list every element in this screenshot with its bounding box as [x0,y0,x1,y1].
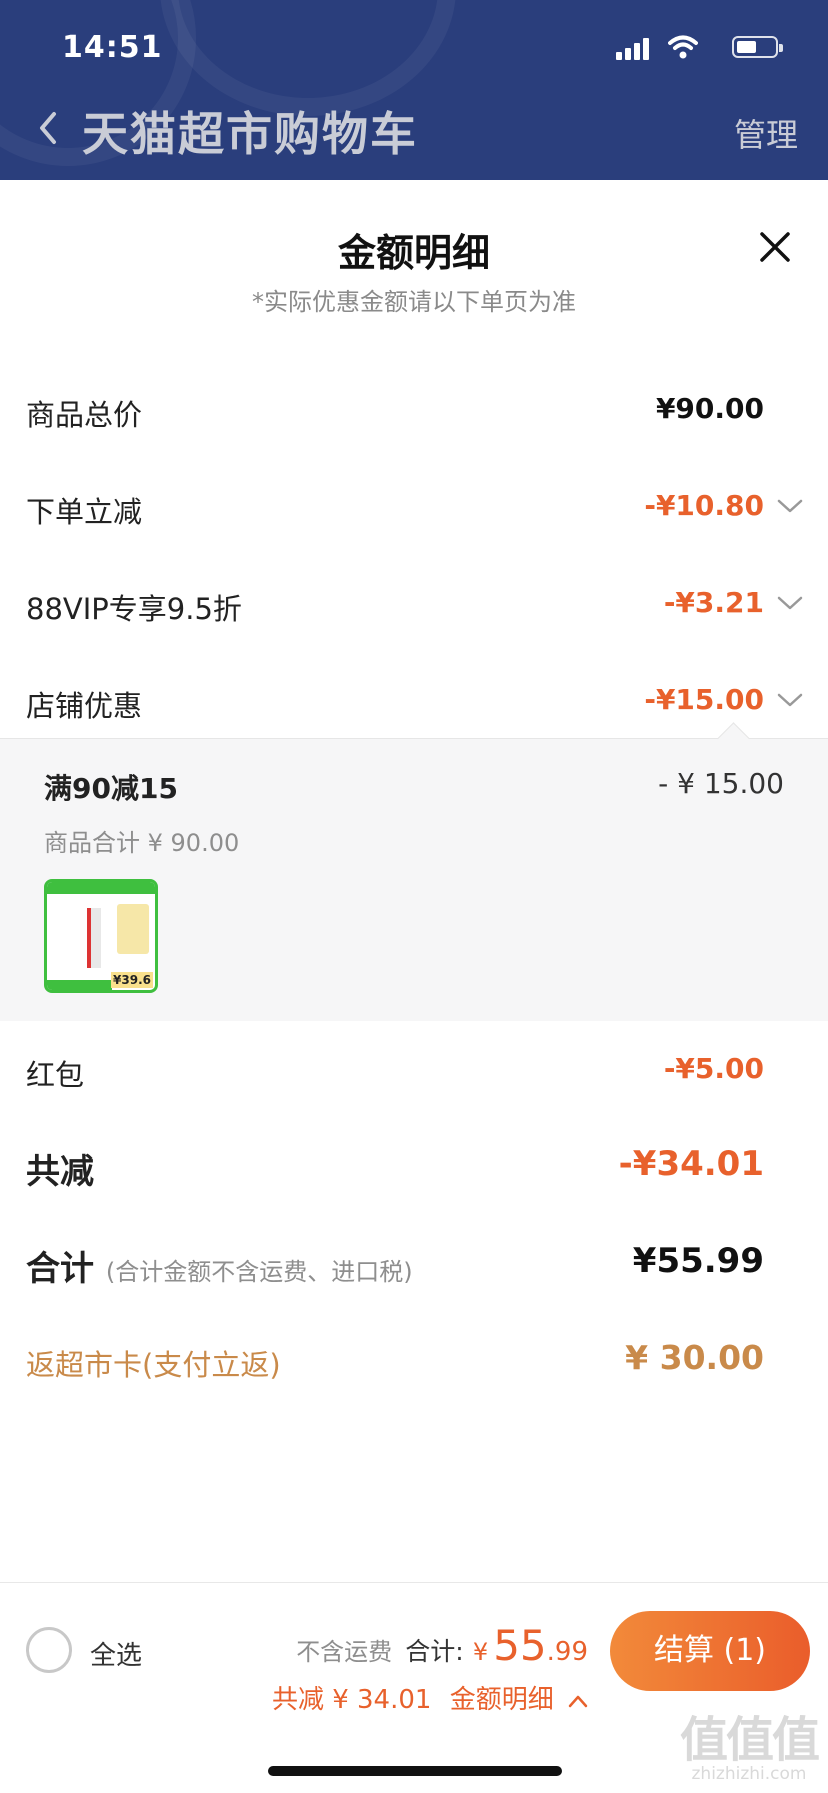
row-value: ¥90.00 [655,392,764,425]
row-value: ¥55.99 [632,1241,764,1281]
select-all-label[interactable]: 全选 [90,1635,142,1672]
row-value: -¥15.00 [644,683,764,716]
total-note: (合计金额不含运费、进口税) [105,1258,413,1286]
row-label: 红包 [26,1058,85,1092]
total-decimal: .99 [546,1637,588,1667]
bottom-total: 不含运费 合计: ¥ 55.99 [296,1621,588,1670]
row-label: 店铺优惠 [26,689,143,723]
shipping-note: 不含运费 [296,1638,393,1666]
watermark-logo: 值值值 [679,1712,820,1768]
battery-icon [732,36,783,58]
wifi-icon [668,35,698,59]
product-thumbnail[interactable]: ¥39.6 [44,879,158,993]
row-label: 返超市卡(支付立返) [26,1348,281,1382]
row-order-discount[interactable]: 下单立减 -¥10.80 [0,477,828,537]
status-time: 14:51 [62,30,163,65]
row-total-discount: 共减 -¥34.01 [0,1136,828,1196]
app-header: 14:51 天猫超市购物车 管理 [0,0,828,180]
row-grand-total: 合计 (合计金额不含运费、进口税) ¥55.99 [0,1233,828,1293]
row-vip-discount[interactable]: 88VIP专享9.5折 -¥3.21 [0,574,828,634]
signal-icon [616,36,652,60]
chevron-up-icon[interactable] [568,1694,588,1708]
thumb-price: ¥39.6 [111,972,153,988]
sheet-title: 金额明细 [337,231,490,275]
row-label: 合计 (合计金额不含运费、进口税) [26,1241,413,1290]
row-value: -¥3.21 [663,586,764,619]
watermark-url: zhizhizhi.com [691,1764,807,1784]
page-title: 天猫超市购物车 [82,107,418,161]
total-integer: 55 [493,1621,547,1670]
row-cashback: 返超市卡(支付立返) ¥ 30.00 [0,1330,828,1390]
total-label: 合计: [405,1637,464,1666]
chevron-down-icon[interactable] [776,594,804,612]
sheet-subtitle: *实际优惠金额请以下单页为准 [252,288,576,316]
status-icons [572,34,792,62]
row-value: -¥5.00 [663,1052,764,1085]
discount-detail-toggle[interactable]: 共减 ¥ 34.01 金额明细 [272,1679,588,1716]
row-label: 共减 [26,1152,94,1192]
manage-button[interactable]: 管理 [734,110,798,156]
row-label: 下单立减 [26,495,143,529]
home-indicator[interactable] [268,1766,562,1776]
row-red-packet: 红包 -¥5.00 [0,1040,828,1100]
back-icon[interactable] [34,108,62,148]
shop-promo-panel: 满90减15 - ¥ 15.00 商品合计 ¥ 90.00 ¥39.6 [0,722,828,1021]
discount-text: 共减 ¥ 34.01 [271,1685,432,1715]
total-currency: ¥ [472,1638,489,1666]
row-value: -¥10.80 [644,489,764,522]
detail-link[interactable]: 金额明细 [450,1685,554,1715]
select-all-radio[interactable] [26,1627,72,1673]
watermark: 值值值 zhizhizhi.com [679,1700,820,1784]
chevron-down-icon[interactable] [776,497,804,515]
row-value: -¥34.01 [618,1144,764,1184]
row-label: 88VIP专享9.5折 [26,592,242,626]
total-label: 合计 [26,1249,94,1289]
close-icon[interactable] [758,230,792,264]
row-goods-total: 商品总价 ¥90.00 [0,380,828,440]
promo-subtotal: 商品合计 ¥ 90.00 [44,829,240,857]
checkout-button[interactable]: 结算 (1) [610,1611,810,1691]
chevron-down-icon[interactable] [776,691,804,709]
promo-name: 满90减15 [44,772,178,805]
row-shop-discount[interactable]: 店铺优惠 -¥15.00 [0,671,828,731]
row-label: 商品总价 [26,398,143,432]
row-value: ¥ 30.00 [625,1338,764,1377]
promo-amount: - ¥ 15.00 [658,767,784,800]
